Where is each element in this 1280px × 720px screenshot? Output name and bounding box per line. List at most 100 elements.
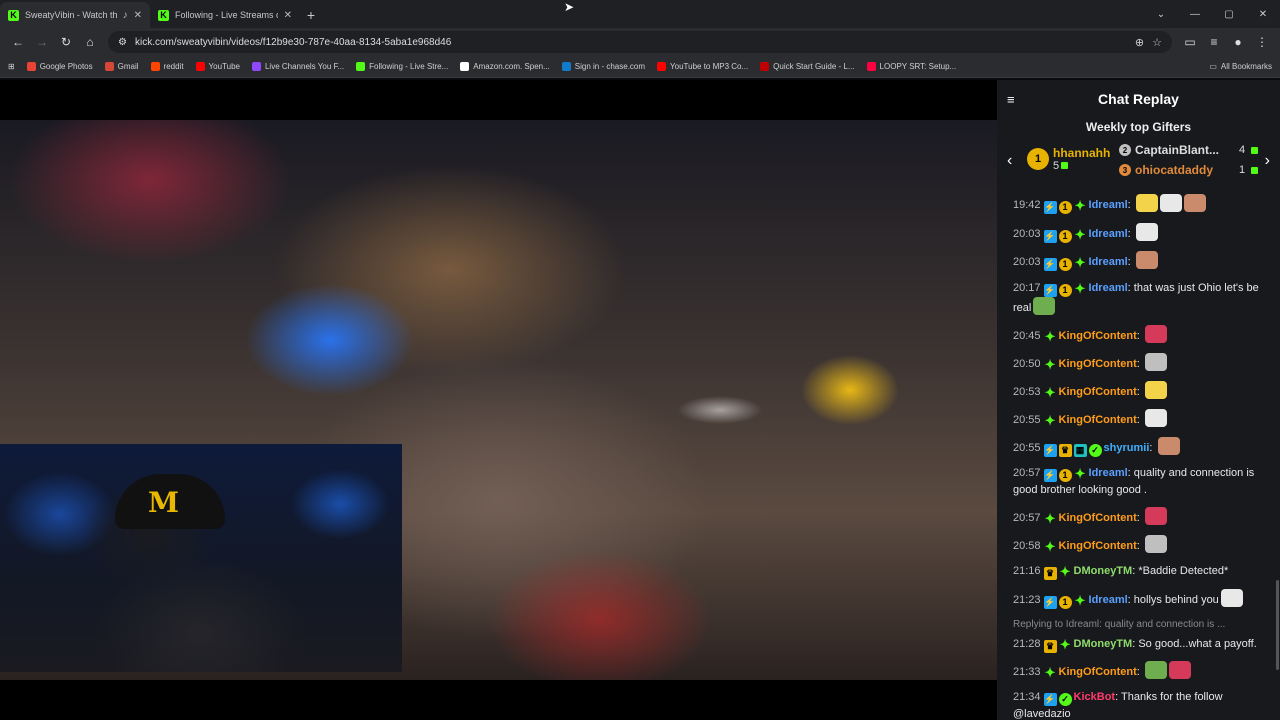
close-icon[interactable]: ✕ [284, 10, 292, 21]
emote-icon[interactable] [1144, 380, 1167, 399]
bookmark-item[interactable]: YouTube [195, 62, 240, 71]
og-star-icon[interactable]: ✦ [1059, 565, 1072, 578]
og-star-icon[interactable]: ✦ [1074, 467, 1087, 480]
video-player[interactable]: M [0, 80, 997, 720]
gift-badge-icon[interactable]: 1 [1058, 595, 1072, 609]
subscriber-badge-icon[interactable]: ⚡ [1043, 201, 1057, 214]
og-star-icon[interactable]: ✦ [1074, 199, 1087, 212]
bookmark-item[interactable]: Sign in - chase.com [561, 62, 645, 71]
emote-icon[interactable] [1159, 194, 1182, 212]
cast-icon[interactable]: ▭ [1178, 30, 1202, 54]
emote-icon[interactable] [1033, 296, 1056, 315]
og-star-icon[interactable]: ✦ [1044, 540, 1057, 553]
reading-list-icon[interactable]: ≡ [1202, 30, 1226, 54]
reload-button[interactable]: ↻ [54, 30, 78, 54]
minimize-button[interactable]: — [1178, 0, 1212, 28]
emote-icon[interactable] [1135, 222, 1158, 241]
bookmark-star-icon[interactable]: ☆ [1152, 36, 1162, 49]
og-star-icon[interactable]: ✦ [1074, 256, 1087, 269]
emote-icon[interactable] [1183, 194, 1206, 212]
profile-avatar[interactable]: ● [1226, 30, 1250, 54]
og-star-icon[interactable]: ✦ [1074, 228, 1087, 241]
bookmark-item[interactable]: Following - Live Stre... [356, 62, 448, 71]
close-window-button[interactable]: ✕ [1246, 0, 1280, 28]
og-star-icon[interactable]: ✦ [1044, 512, 1057, 525]
subscriber-badge-icon[interactable]: ⚡ [1043, 443, 1057, 457]
subscriber-badge-icon[interactable]: ⚡ [1043, 258, 1057, 271]
og-star-icon[interactable]: ✦ [1044, 330, 1057, 343]
gift-badge-icon[interactable]: 1 [1058, 229, 1072, 243]
emote-icon[interactable] [1144, 352, 1167, 371]
apps-grid-icon[interactable]: ⊞ [8, 62, 15, 71]
emote-icon[interactable] [1144, 535, 1167, 553]
emote-icon[interactable] [1144, 324, 1167, 343]
chat-username[interactable]: KingOfContent [1059, 666, 1137, 678]
mute-icon[interactable]: ♪ [123, 10, 128, 21]
emote-icon[interactable] [1135, 194, 1158, 212]
sidekick-badge-icon[interactable]: ▦ [1073, 443, 1087, 457]
gift-badge-icon[interactable]: 1 [1058, 283, 1072, 297]
og-star-icon[interactable]: ✦ [1044, 386, 1057, 399]
site-info-icon[interactable]: ⚙ [118, 37, 127, 48]
emote-icon[interactable] [1144, 661, 1167, 679]
chat-username[interactable]: Idreaml [1089, 467, 1128, 479]
chat-username[interactable]: Idreaml [1089, 256, 1128, 268]
bookmark-item[interactable]: Quick Start Guide - L... [760, 62, 855, 71]
emote-icon[interactable] [1144, 408, 1167, 427]
bookmark-item[interactable]: YouTube to MP3 Co... [657, 62, 748, 71]
all-bookmarks-button[interactable]: ▭ All Bookmarks [1209, 62, 1272, 71]
collapse-chat-icon[interactable]: ≡ [1007, 92, 1015, 107]
og-star-icon[interactable]: ✦ [1059, 638, 1072, 651]
chat-scrollbar[interactable] [1276, 580, 1279, 670]
gift-badge-icon[interactable]: 1 [1058, 258, 1072, 271]
og-star-icon[interactable]: ✦ [1044, 358, 1057, 371]
verified-badge-icon[interactable]: ✓ [1058, 693, 1072, 706]
chat-username[interactable]: KingOfContent [1059, 386, 1137, 398]
zoom-icon[interactable]: ⊕ [1135, 36, 1144, 49]
subscriber-badge-icon[interactable]: ⚡ [1043, 693, 1057, 706]
gifter-2[interactable]: 2 CaptainBlant... 4 [1119, 143, 1259, 157]
og-star-icon[interactable]: ✦ [1044, 666, 1057, 679]
emote-icon[interactable] [1168, 661, 1191, 679]
founder-crown-icon[interactable]: ♛ [1043, 639, 1057, 653]
chat-username[interactable]: KingOfContent [1059, 540, 1137, 552]
founder-crown-icon[interactable]: ♛ [1043, 567, 1057, 580]
chat-username[interactable]: DMoneyTM [1074, 638, 1133, 650]
home-button[interactable]: ⌂ [78, 30, 102, 54]
verified-badge-icon[interactable]: ✓ [1088, 443, 1102, 457]
chat-username[interactable]: Idreaml [1089, 282, 1128, 294]
chevron-right-icon[interactable]: › [1265, 152, 1270, 170]
close-icon[interactable]: ✕ [134, 10, 142, 21]
bookmark-item[interactable]: reddit [150, 62, 184, 71]
chat-username[interactable]: DMoneyTM [1074, 565, 1133, 577]
forward-button[interactable]: → [30, 30, 54, 54]
subscriber-badge-icon[interactable]: ⚡ [1043, 595, 1057, 609]
chat-username[interactable]: shyrumii [1104, 442, 1150, 454]
chevron-left-icon[interactable]: ‹ [1007, 152, 1012, 170]
chat-username[interactable]: Idreaml [1089, 228, 1128, 240]
chat-username[interactable]: KingOfContent [1059, 330, 1137, 342]
bookmark-item[interactable]: Google Photos [26, 62, 93, 71]
menu-icon[interactable]: ⋮ [1250, 30, 1274, 54]
og-star-icon[interactable]: ✦ [1074, 282, 1087, 295]
bookmark-item[interactable]: Live Channels You F... [251, 62, 344, 71]
gifter-3[interactable]: 3 ohiocatdaddy 1 [1119, 163, 1259, 177]
url-input[interactable]: ⚙ kick.com/sweatyvibin/videos/f12b9e30-7… [108, 31, 1172, 53]
chat-username[interactable]: KingOfContent [1059, 512, 1137, 524]
reply-reference[interactable]: Replying to Idreaml: quality and connect… [1013, 617, 1266, 634]
og-star-icon[interactable]: ✦ [1044, 414, 1057, 427]
emote-icon[interactable] [1135, 251, 1158, 269]
gifter-1[interactable]: 1 hhannahh 5 [1027, 146, 1110, 172]
subscriber-badge-icon[interactable]: ⚡ [1043, 469, 1057, 482]
og-star-icon[interactable]: ✦ [1074, 594, 1087, 607]
chat-username[interactable]: Idreaml [1089, 594, 1128, 606]
tab-following[interactable]: K Following - Live Streams on Kic ✕ [150, 2, 300, 28]
tab-sweatyvibin[interactable]: K SweatyVibin - Watch the V ♪ ✕ [0, 2, 150, 28]
maximize-button[interactable]: ▢ [1212, 0, 1246, 28]
chat-username[interactable]: KingOfContent [1059, 358, 1137, 370]
back-button[interactable]: ← [6, 30, 30, 54]
new-tab-button[interactable]: + [300, 2, 322, 28]
emote-icon[interactable] [1220, 588, 1243, 607]
emote-icon[interactable] [1157, 436, 1180, 455]
bookmark-item[interactable]: Amazon.com. Spen... [460, 62, 550, 71]
